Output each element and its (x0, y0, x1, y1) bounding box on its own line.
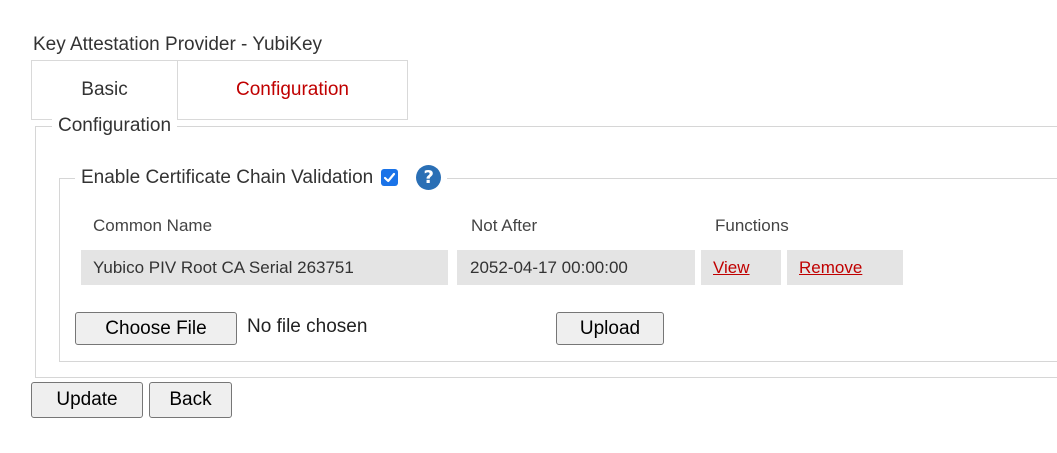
update-button[interactable]: Update (31, 382, 143, 418)
upload-button[interactable]: Upload (556, 312, 664, 345)
chain-validation-checkbox[interactable] (381, 169, 399, 186)
chain-validation-legend: Enable Certificate Chain Validation ? (75, 165, 448, 190)
table-cell-common-name: Yubico PIV Root CA Serial 263751 (81, 250, 448, 285)
tab-basic[interactable]: Basic (32, 61, 178, 119)
remove-link[interactable]: Remove (799, 258, 862, 278)
column-header-not-after: Not After (471, 216, 538, 235)
tab-configuration[interactable]: Configuration (178, 61, 407, 119)
configuration-legend: Configuration (52, 115, 178, 137)
table-cell-not-after: 2052-04-17 00:00:00 (457, 250, 695, 285)
tab-bar: Basic Configuration (31, 60, 408, 120)
back-button[interactable]: Back (149, 382, 232, 418)
chain-validation-label: Enable Certificate Chain Validation (81, 166, 374, 188)
table-cell-view: View (701, 250, 781, 285)
view-link[interactable]: View (713, 258, 750, 278)
help-icon[interactable]: ? (416, 165, 442, 190)
column-header-functions: Functions (715, 216, 789, 235)
column-header-common-name: Common Name (93, 216, 213, 235)
table-cell-remove: Remove (787, 250, 903, 285)
choose-file-button[interactable]: Choose File (75, 312, 237, 345)
page-title: Key Attestation Provider - YubiKey (33, 34, 323, 55)
file-status-text: No file chosen (247, 316, 368, 337)
checkmark-icon (384, 172, 396, 183)
